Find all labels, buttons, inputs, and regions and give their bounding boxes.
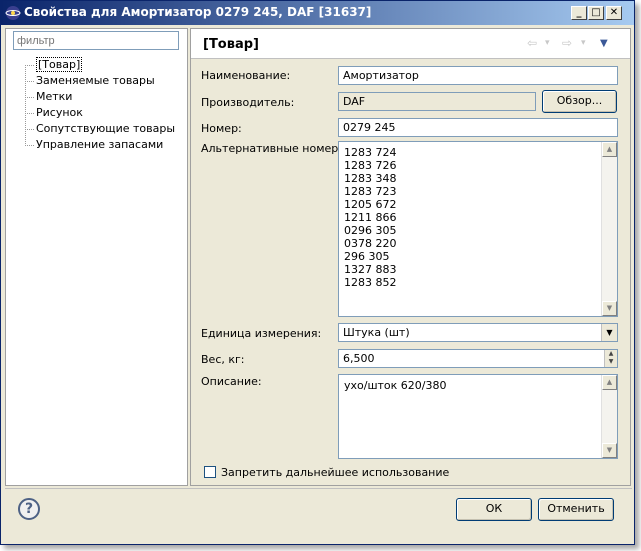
unit-select[interactable]: Штука (шт) ▼ xyxy=(338,323,618,342)
tree-item-product[interactable]: [Товар] xyxy=(6,57,186,73)
spin-up-icon[interactable]: ▲ xyxy=(605,350,617,358)
unit-selected-value: Штука (шт) xyxy=(343,326,410,339)
category-tree: [Товар] Заменяемые товары Метки Рисунок … xyxy=(6,57,186,153)
list-item[interactable]: 0378 220 xyxy=(339,237,617,250)
scroll-down-icon[interactable]: ▼ xyxy=(602,443,617,458)
weight-spin-buttons[interactable]: ▲ ▼ xyxy=(604,350,617,367)
tree-item-replacement-products[interactable]: Заменяемые товары xyxy=(6,73,186,89)
tree-item-label: Рисунок xyxy=(36,106,83,119)
weight-label: Вес, кг: xyxy=(201,353,245,366)
tree-item-tags[interactable]: Метки xyxy=(6,89,186,105)
tree-item-label: Метки xyxy=(36,90,73,103)
tree-branch-line xyxy=(25,129,34,130)
tree-branch-line xyxy=(25,81,34,82)
weight-spinner[interactable]: 6,500 ▲ ▼ xyxy=(338,349,618,368)
list-item[interactable]: 296 305 xyxy=(339,250,617,263)
list-item[interactable]: 1211 866 xyxy=(339,211,617,224)
number-input[interactable]: 0279 245 xyxy=(338,118,618,137)
number-label: Номер: xyxy=(201,122,242,135)
help-icon[interactable]: ? xyxy=(18,498,40,520)
disable-checkbox[interactable] xyxy=(204,466,216,478)
list-item[interactable]: 1205 672 xyxy=(339,198,617,211)
tree-item-picture[interactable]: Рисунок xyxy=(6,105,186,121)
ok-button[interactable]: ОК xyxy=(456,498,532,521)
alt-numbers-scrollbar[interactable]: ▲ ▼ xyxy=(601,142,617,316)
filter-input[interactable] xyxy=(13,31,179,50)
description-scrollbar[interactable]: ▲ ▼ xyxy=(601,375,617,458)
list-item[interactable]: 1283 348 xyxy=(339,172,617,185)
name-label: Наименование: xyxy=(201,69,291,82)
app-icon xyxy=(5,6,21,20)
manufacturer-field: DAF xyxy=(338,92,536,111)
tree-item-label: Заменяемые товары xyxy=(36,74,155,87)
view-menu-icon[interactable]: ▼ xyxy=(600,38,608,49)
tree-item-stock-management[interactable]: Управление запасами xyxy=(6,137,186,153)
list-item[interactable]: 1327 883 xyxy=(339,263,617,276)
tree-branch-line xyxy=(25,97,34,98)
tree-branch-line xyxy=(25,65,34,66)
tree-item-related-products[interactable]: Сопутствующие товары xyxy=(6,121,186,137)
manufacturer-label: Производитель: xyxy=(201,96,295,109)
browse-button[interactable]: Обзор... xyxy=(542,90,617,113)
description-text: ухо/шток 620/380 xyxy=(344,379,447,392)
list-item[interactable]: 1283 852 xyxy=(339,276,617,289)
tree-item-label: Сопутствующие товары xyxy=(36,122,176,135)
description-label: Описание: xyxy=(201,375,262,388)
close-button[interactable]: ✕ xyxy=(606,6,622,20)
list-item[interactable]: 0296 305 xyxy=(339,224,617,237)
weight-value: 6,500 xyxy=(343,352,375,365)
scroll-up-icon[interactable]: ▲ xyxy=(602,142,617,157)
forward-arrow-icon[interactable]: ⇨ xyxy=(562,36,572,50)
maximize-button[interactable]: □ xyxy=(588,6,604,20)
tree-item-label: [Товар] xyxy=(36,57,83,72)
back-menu-icon[interactable]: ▾ xyxy=(545,38,550,48)
forward-menu-icon[interactable]: ▾ xyxy=(581,38,586,48)
back-arrow-icon[interactable]: ⇦ xyxy=(527,36,537,50)
spin-down-icon[interactable]: ▼ xyxy=(605,358,617,366)
properties-dialog: Свойства для Амортизатор 0279 245, DAF [… xyxy=(0,0,635,545)
page-header: [Товар] ⇦ ▾ ⇨ ▾ ▼ xyxy=(191,29,630,59)
list-item[interactable]: 1283 724 xyxy=(339,146,617,159)
tree-item-label: Управление запасами xyxy=(36,138,164,151)
list-item[interactable]: 1283 726 xyxy=(339,159,617,172)
left-pane: [Товар] Заменяемые товары Метки Рисунок … xyxy=(5,28,188,486)
cancel-button[interactable]: Отменить xyxy=(538,498,614,521)
footer-divider xyxy=(5,488,632,489)
unit-label: Единица измерения: xyxy=(201,327,322,340)
description-textarea[interactable]: ухо/шток 620/380 ▲ ▼ xyxy=(338,374,618,459)
list-item[interactable]: 1283 723 xyxy=(339,185,617,198)
right-pane: [Товар] ⇦ ▾ ⇨ ▾ ▼ Наименование: Амортиза… xyxy=(190,28,631,486)
alt-numbers-content: 1283 724 1283 726 1283 348 1283 723 1205… xyxy=(339,142,617,289)
title-bar[interactable]: Свойства для Амортизатор 0279 245, DAF [… xyxy=(1,1,634,25)
name-input[interactable]: Амортизатор xyxy=(338,66,618,85)
tree-branch-line xyxy=(25,145,34,146)
scroll-up-icon[interactable]: ▲ xyxy=(602,375,617,390)
chevron-down-icon[interactable]: ▼ xyxy=(601,324,617,341)
page-title: [Товар] xyxy=(203,37,259,52)
tree-branch-line xyxy=(25,113,34,114)
scroll-down-icon[interactable]: ▼ xyxy=(602,301,617,316)
alt-numbers-label: Альтернативные номера: xyxy=(201,142,349,155)
minimize-button[interactable]: _ xyxy=(571,6,587,20)
window-title: Свойства для Амортизатор 0279 245, DAF [… xyxy=(24,5,372,19)
alt-numbers-list[interactable]: 1283 724 1283 726 1283 348 1283 723 1205… xyxy=(338,141,618,317)
disable-checkbox-label[interactable]: Запретить дальнейшее использование xyxy=(221,466,449,479)
